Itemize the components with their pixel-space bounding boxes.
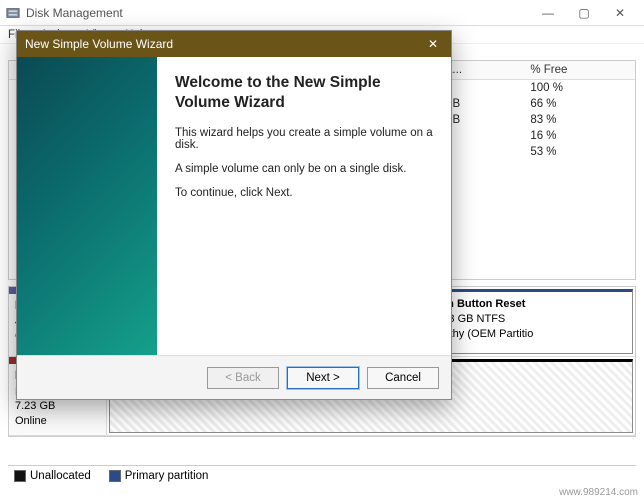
wizard-close-button[interactable]: ✕: [423, 34, 443, 54]
maximize-button[interactable]: ▢: [566, 2, 602, 24]
watermark: www.989214.com: [559, 487, 638, 498]
close-button[interactable]: ✕: [602, 2, 638, 24]
wizard-content: Welcome to the New Simple Volume Wizard …: [157, 57, 451, 355]
wizard-text-2: A simple volume can only be on a single …: [175, 163, 433, 175]
minimize-button[interactable]: —: [530, 2, 566, 24]
window-title: Disk Management: [26, 6, 530, 20]
disk-mgmt-icon: [6, 6, 20, 20]
back-button: < Back: [207, 367, 279, 389]
wizard-text-3: To continue, click Next.: [175, 187, 433, 199]
wizard-heading: Welcome to the New Simple Volume Wizard: [175, 73, 433, 113]
next-button[interactable]: Next >: [287, 367, 359, 389]
legend-primary: Primary partition: [109, 470, 209, 482]
cancel-button[interactable]: Cancel: [367, 367, 439, 389]
wizard-footer: < Back Next > Cancel: [17, 355, 451, 399]
wizard-dialog: New Simple Volume Wizard ✕ Welcome to th…: [16, 30, 452, 400]
wizard-sidebar-image: [17, 57, 157, 355]
legend: Unallocated Primary partition: [8, 465, 636, 486]
col-pct-free[interactable]: % Free: [522, 61, 635, 80]
legend-unallocated: Unallocated: [14, 470, 91, 482]
wizard-titlebar: New Simple Volume Wizard ✕: [17, 31, 451, 57]
main-titlebar: Disk Management — ▢ ✕: [0, 0, 644, 26]
wizard-title: New Simple Volume Wizard: [25, 37, 423, 51]
wizard-text-1: This wizard helps you create a simple vo…: [175, 127, 433, 151]
